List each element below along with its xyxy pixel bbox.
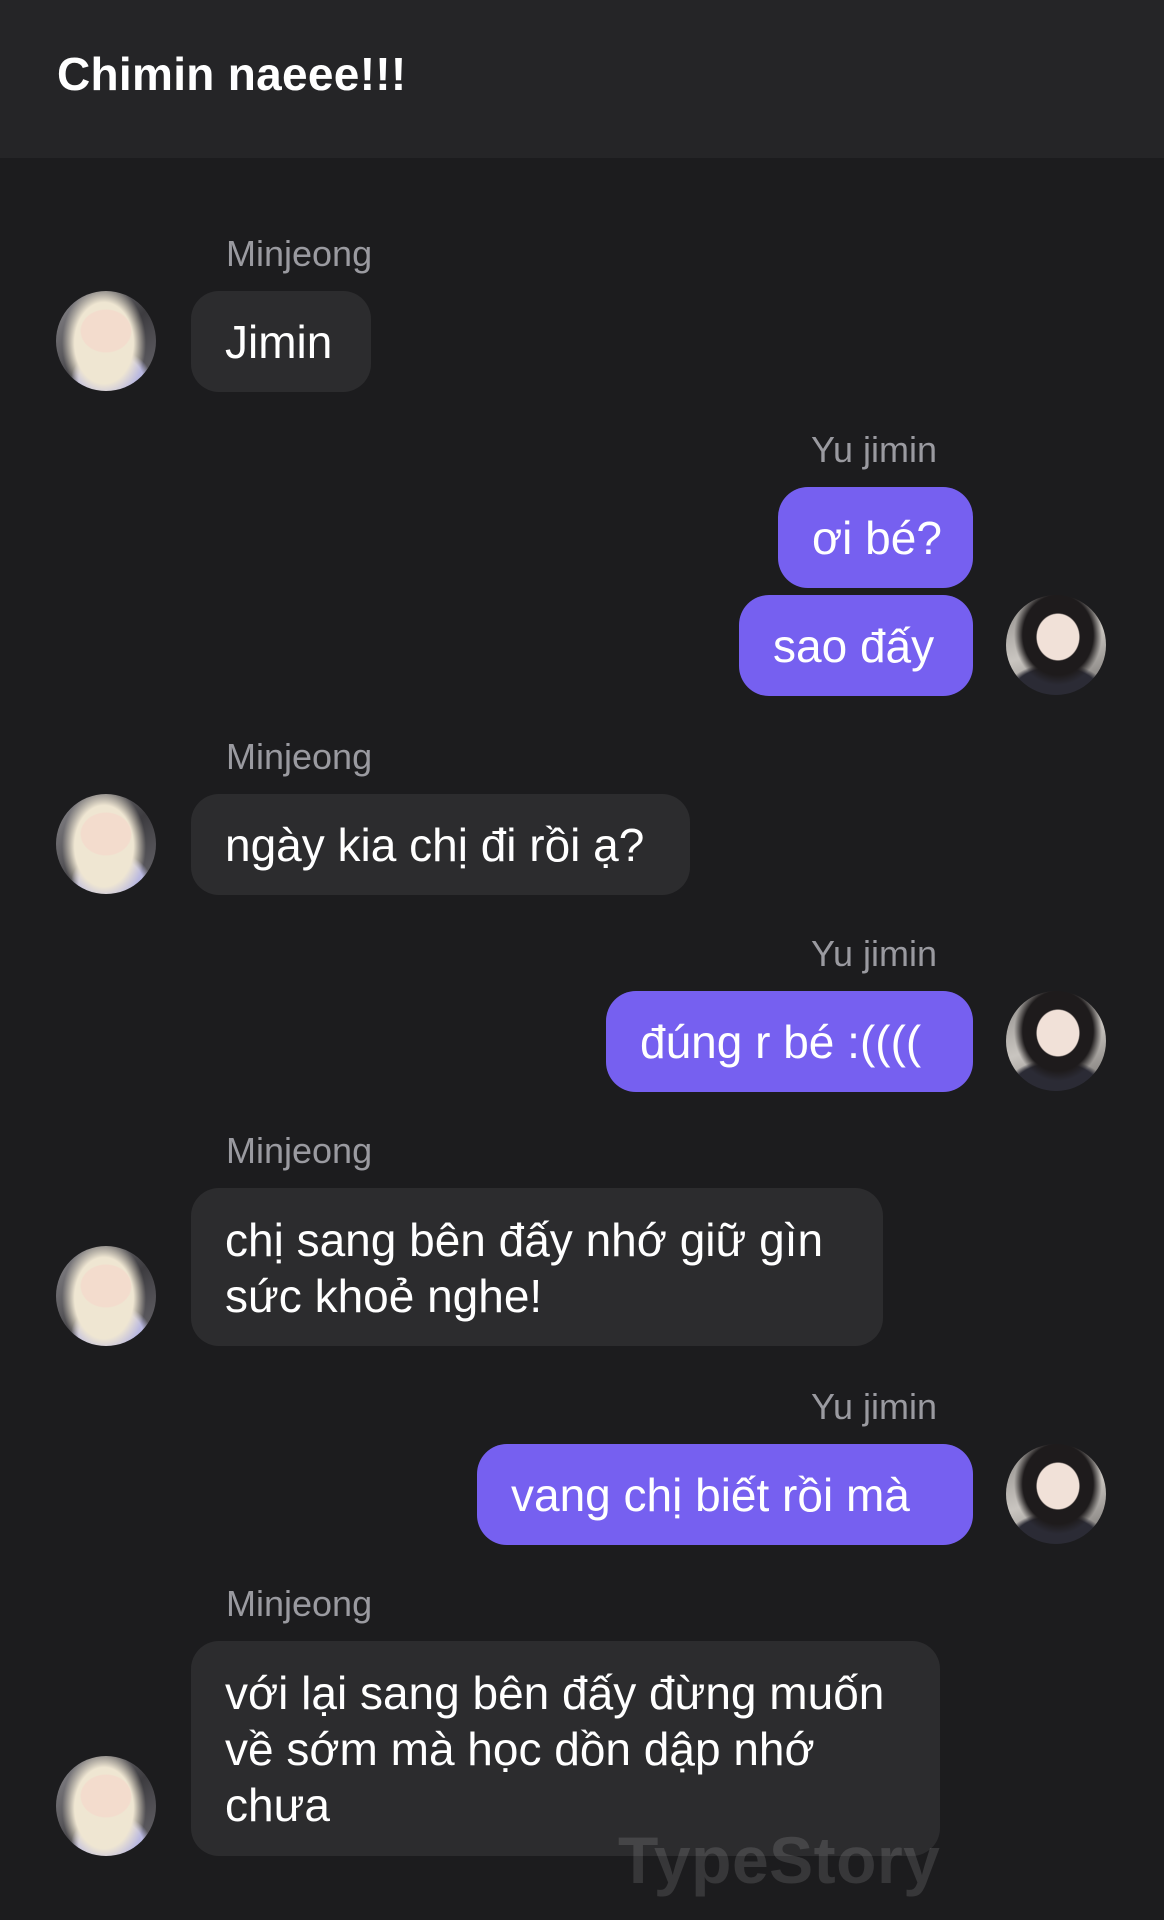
- incoming-message-bubble[interactable]: ngày kia chị đi rồi ạ?: [191, 794, 690, 895]
- incoming-message-bubble[interactable]: Jimin: [191, 291, 371, 392]
- yu-jimin-avatar[interactable]: [1006, 595, 1106, 695]
- yu-jimin-avatar[interactable]: [1006, 991, 1106, 1091]
- sender-name: Yu jimin: [810, 429, 937, 470]
- yu-jimin-avatar[interactable]: [1006, 1444, 1106, 1544]
- sender-name: Minjeong: [226, 1130, 373, 1171]
- outgoing-message-bubble[interactable]: ơi bé?: [778, 487, 973, 588]
- sender-name: Minjeong: [226, 736, 373, 777]
- sender-name: Minjeong: [226, 233, 373, 274]
- outgoing-message-bubble[interactable]: sao đấy: [739, 595, 973, 696]
- incoming-message-bubble[interactable]: chị sang bên đấy nhớ giữ gìn sức khoẻ ng…: [191, 1188, 883, 1346]
- outgoing-message-bubble[interactable]: đúng r bé :((((: [606, 991, 973, 1092]
- minjeong-avatar[interactable]: [56, 1756, 156, 1856]
- typestory-watermark: TypeStory: [618, 1823, 941, 1897]
- chat-title: Chimin naeee!!!: [57, 48, 407, 100]
- outgoing-message-bubble[interactable]: vang chị biết rồi mà: [477, 1444, 973, 1545]
- minjeong-avatar[interactable]: [56, 794, 156, 894]
- minjeong-avatar[interactable]: [56, 291, 156, 391]
- sender-name: Minjeong: [226, 1583, 373, 1624]
- sender-name: Yu jimin: [810, 933, 937, 974]
- sender-name: Yu jimin: [810, 1386, 937, 1427]
- minjeong-avatar[interactable]: [56, 1246, 156, 1346]
- chat-header: Chimin naeee!!!: [0, 0, 1164, 158]
